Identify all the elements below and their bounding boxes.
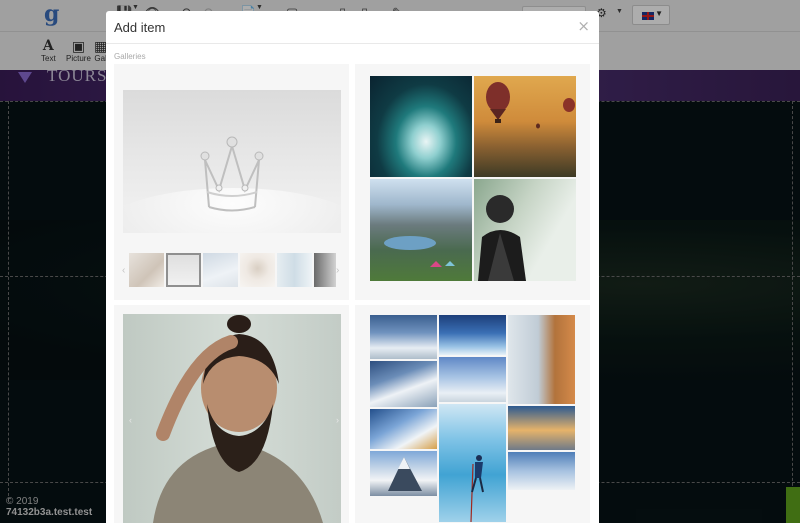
portrait-icon [153,315,323,523]
glacier-cave-photo [439,315,506,355]
thumbnail-1[interactable] [129,253,164,287]
gallery-option-grid[interactable] [355,64,590,300]
snow-expedition-photo [370,409,437,449]
matterhorn-photo [370,451,437,496]
hot-air-balloons-photo [474,76,576,177]
slider-prev-icon[interactable]: ‹ [129,415,132,425]
crown-photo [123,90,341,233]
balloon-icon [486,82,575,129]
slider-next-icon[interactable]: › [336,415,339,425]
close-button[interactable]: × [577,17,590,35]
add-item-dialog: Add item × Galleries ‹ › ‹ › [106,11,599,523]
climber-summit-photo [439,357,506,402]
gallery-option-slider[interactable]: ‹ › [114,64,349,300]
thumbnail-4[interactable] [240,253,275,287]
tents-icon [384,236,455,267]
slider-prev-icon[interactable]: ‹ [122,265,125,276]
ice-climber-photo [439,404,506,522]
slider-next-icon[interactable]: › [336,265,339,276]
snow-summit-hikers-photo [508,452,575,490]
section-label: Galleries [114,52,146,61]
mountain-lake-camp-photo [370,179,472,281]
hiker-icon [478,195,526,281]
rock-arch-sunset-photo [508,315,575,404]
hiker-backpack-photo [474,179,576,281]
crown-icon [200,136,264,212]
thumbnail-2[interactable] [166,253,201,287]
dialog-header: Add item × [106,11,599,44]
cairn-lake-photo [508,406,575,450]
ocean-wave-photo [370,76,472,177]
snow-ridge-photo [370,315,437,359]
thumbnail-5[interactable] [277,253,312,287]
gallery-option-single[interactable]: ‹ › [114,305,349,523]
man-portrait-photo [123,314,341,523]
thumbnail-3[interactable] [203,253,238,287]
alpine-peaks-photo [370,361,437,407]
dialog-title: Add item [114,20,166,35]
gallery-option-masonry[interactable] [355,305,590,523]
thumbnail-6[interactable] [314,253,336,287]
climber-icon [470,455,484,522]
mountain-peak-icon [388,457,422,491]
